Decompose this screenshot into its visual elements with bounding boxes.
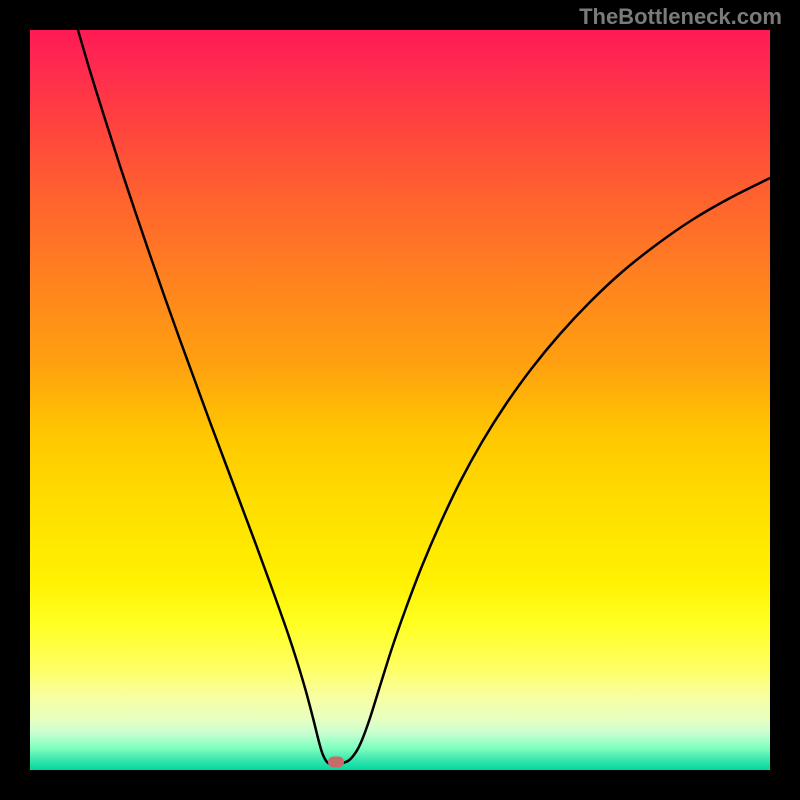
chart-curve: [30, 30, 770, 770]
data-marker: [328, 757, 344, 768]
watermark-text: TheBottleneck.com: [579, 4, 782, 30]
chart-container: TheBottleneck.com: [0, 0, 800, 800]
plot-area: [30, 30, 770, 770]
